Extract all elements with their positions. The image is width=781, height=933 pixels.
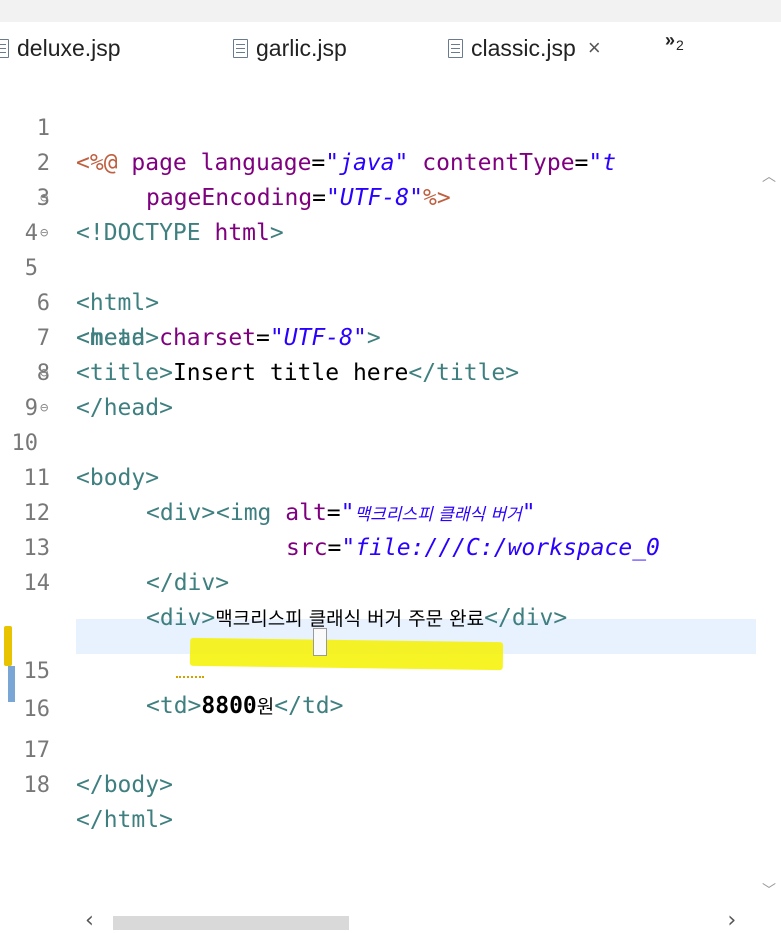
overflow-count: 2 xyxy=(676,37,684,53)
top-strip xyxy=(0,0,781,22)
scroll-down-icon[interactable]: ﹀ xyxy=(762,880,776,900)
code-line-16: 16 xyxy=(0,657,760,722)
horizontal-scrollbar[interactable]: ‹ › xyxy=(0,908,781,933)
code-line-14: 14 <div>맥크리스피 클래식 버거 주문 완료</div> xyxy=(0,531,760,631)
code-line-1: 1 <%@ page language="java" contentType="… xyxy=(0,76,760,176)
close-tab-icon[interactable]: × xyxy=(588,35,601,61)
code-line-4: 4 ⊖ <html> xyxy=(0,181,760,316)
jsp-file-icon xyxy=(448,38,463,58)
jsp-file-icon xyxy=(233,38,248,58)
code-line-15: 15 <td>8800원</td> xyxy=(0,619,760,719)
scrollbar-thumb[interactable] xyxy=(113,916,349,930)
fold-collapse-icon[interactable]: ⊖ xyxy=(40,356,48,391)
tab-classic-jsp[interactable]: classic.jsp × xyxy=(448,22,601,74)
fold-collapse-icon[interactable]: ⊖ xyxy=(40,216,48,251)
code-line-3: 3 <!DOCTYPE html> xyxy=(0,146,760,246)
code-line-5: 5 ⊖ <head> xyxy=(0,216,760,351)
code-line-13: 13 </div> xyxy=(0,496,760,596)
code-line-7: 7 <title>Insert title here</title> xyxy=(0,286,760,386)
scroll-left-icon[interactable]: ‹ xyxy=(83,908,96,933)
scroll-up-icon[interactable]: ︿ xyxy=(762,166,776,186)
code-line-10: 10 ⊖ <div> xyxy=(0,391,760,526)
editor-tab-bar: deluxe.jsp garlic.jsp classic.jsp × »2 xyxy=(0,22,781,75)
jsp-file-icon xyxy=(0,38,9,58)
code-line-11: 11 <img alt="맥크리스피 클래식 버거" xyxy=(0,426,760,526)
fold-collapse-icon[interactable]: ⊖ xyxy=(40,391,48,426)
scroll-right-icon[interactable]: › xyxy=(725,908,738,933)
code-line-18: 18 </html> xyxy=(0,733,760,833)
tab-overflow-button[interactable]: »2 xyxy=(665,30,684,53)
code-editor[interactable]: 1 <%@ page language="java" contentType="… xyxy=(0,74,781,894)
chevron-double-right-icon: » xyxy=(665,30,676,50)
line-number: 18 xyxy=(23,773,51,798)
tab-label: deluxe.jsp xyxy=(17,34,121,61)
tab-garlic-jsp[interactable]: garlic.jsp xyxy=(233,22,347,74)
tab-label: garlic.jsp xyxy=(256,34,347,61)
code-line-17: 17 </body> xyxy=(0,698,760,798)
code-line-12: 12 src="file:///C:/workspace_0 xyxy=(0,461,760,561)
tab-label: classic.jsp xyxy=(471,34,576,61)
code-line-8: 8 </head> xyxy=(0,321,760,421)
fold-collapse-icon[interactable]: ⊖ xyxy=(40,181,48,216)
text-cursor xyxy=(313,628,327,656)
code-line-2: 2 pageEncoding="UTF-8"%> xyxy=(0,111,760,211)
line-number: 14 xyxy=(23,571,51,596)
tab-deluxe-jsp[interactable]: deluxe.jsp xyxy=(0,22,121,74)
code-line-9: 9 ⊖ <body> xyxy=(0,356,760,491)
code-line-6: 6 <meta charset="UTF-8"> xyxy=(0,251,760,351)
